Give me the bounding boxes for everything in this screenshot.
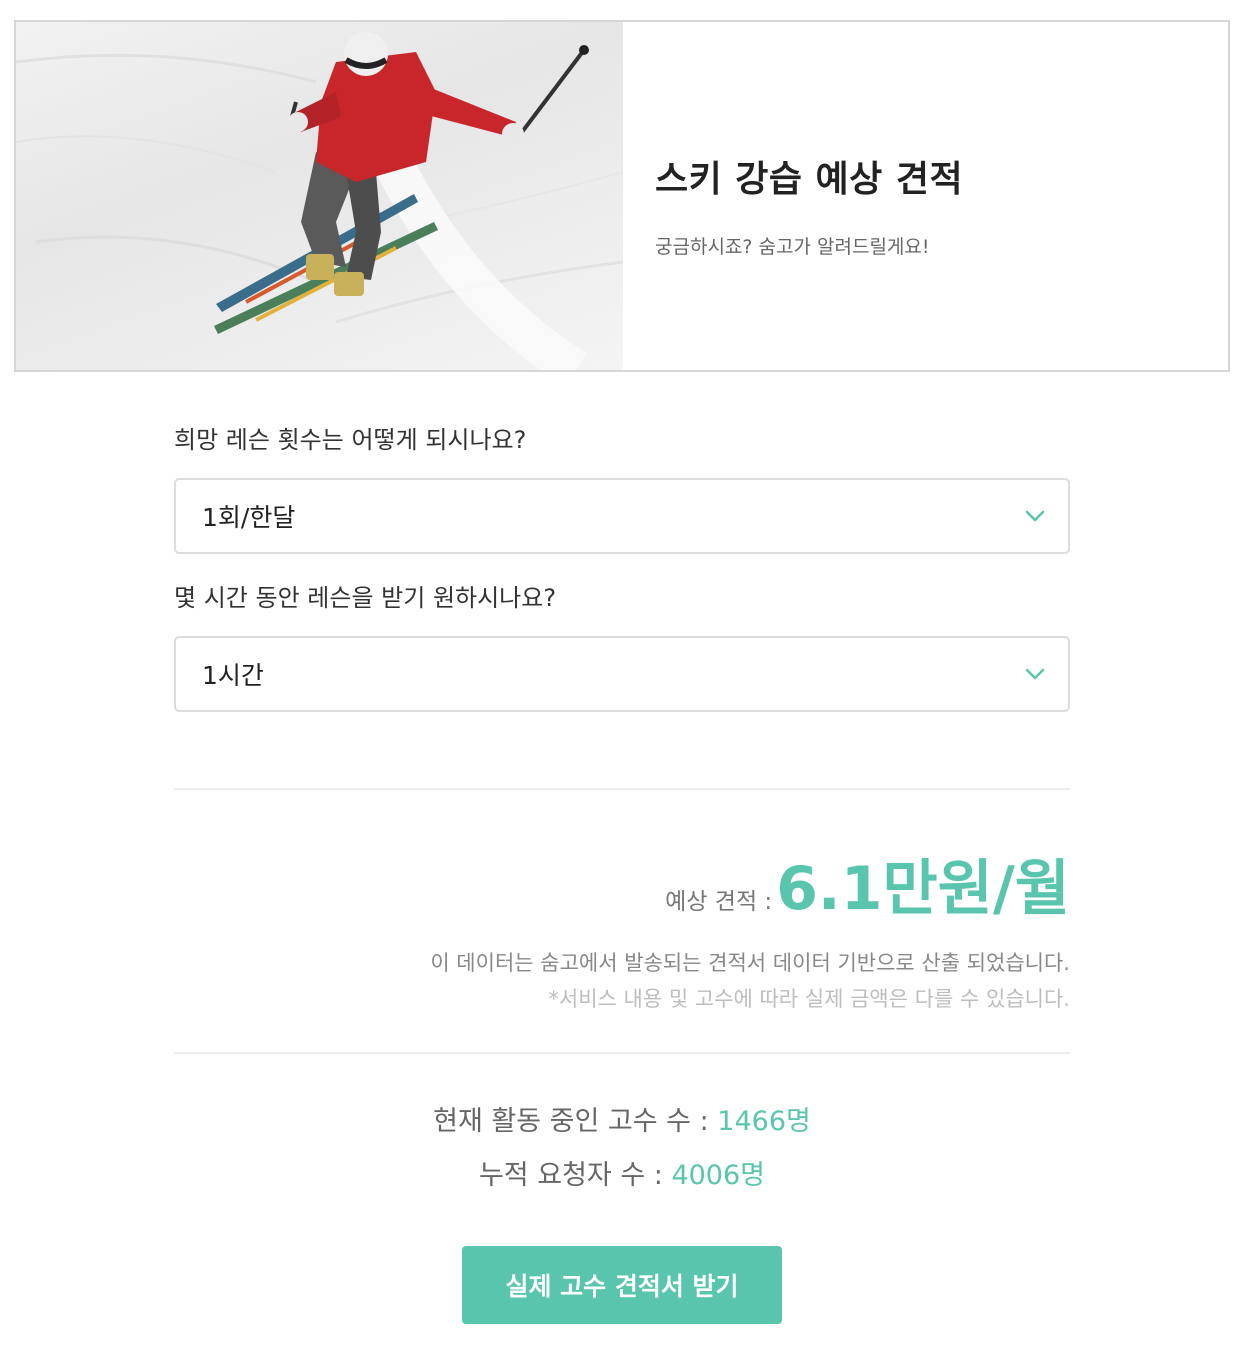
estimate-disclaimer: *서비스 내용 및 고수에 따라 실제 금액은 다를 수 있습니다. <box>548 987 1070 1011</box>
page-title: 스키 강습 예상 견적 <box>655 159 964 200</box>
estimate-label: 예상 견적 : <box>665 889 773 915</box>
active-experts-stat: 현재 활동 중인 고수 수 : 1466명 <box>0 1100 1244 1154</box>
chevron-down-icon <box>1025 668 1045 680</box>
total-requests-stat: 누적 요청자 수 : 4006명 <box>0 1154 1244 1208</box>
estimate-value: 6.1만원/월 <box>776 854 1070 924</box>
hero-banner: 스키 강습 예상 견적 궁금하시죠? 숨고가 알려드릴게요! <box>14 20 1230 372</box>
page-subtitle: 궁금하시죠? 숨고가 알려드릴게요! <box>655 236 930 258</box>
lesson-frequency-select[interactable]: 1회/한달 <box>174 478 1070 554</box>
lesson-duration-label: 몇 시간 동안 레슨을 받기 원하시나요? <box>174 584 557 612</box>
stats-section: 현재 활동 중인 고수 수 : 1466명 누적 요청자 수 : 4006명 <box>0 1100 1244 1208</box>
total-requests-count: 4006명 <box>671 1160 766 1191</box>
lesson-duration-value: 1시간 <box>202 661 264 690</box>
estimate-form: 희망 레슨 횟수는 어떻게 되시나요? 1회/한달 몇 시간 동안 레슨을 받기… <box>174 420 1070 712</box>
hero-text: 스키 강습 예상 견적 궁금하시죠? 숨고가 알려드릴게요! <box>623 22 1228 370</box>
active-experts-count: 1466명 <box>717 1106 811 1137</box>
divider <box>174 788 1070 790</box>
skier-photo <box>16 22 623 370</box>
lesson-duration-select[interactable]: 1시간 <box>174 636 1070 712</box>
get-quotes-button[interactable]: 실제 고수 견적서 받기 <box>462 1246 782 1324</box>
lesson-frequency-label: 희망 레슨 횟수는 어떻게 되시나요? <box>174 426 527 454</box>
divider <box>174 1052 1070 1054</box>
active-experts-label: 현재 활동 중인 고수 수 : <box>433 1106 709 1137</box>
estimate-note: 이 데이터는 숨고에서 발송되는 견적서 데이터 기반으로 산출 되었습니다. <box>430 951 1070 975</box>
total-requests-label: 누적 요청자 수 : <box>478 1160 663 1191</box>
estimate-section: 예상 견적 : 6.1만원/월 이 데이터는 숨고에서 발송되는 견적서 데이터… <box>174 840 1070 1013</box>
chevron-down-icon <box>1025 510 1045 522</box>
lesson-frequency-value: 1회/한달 <box>202 503 296 532</box>
